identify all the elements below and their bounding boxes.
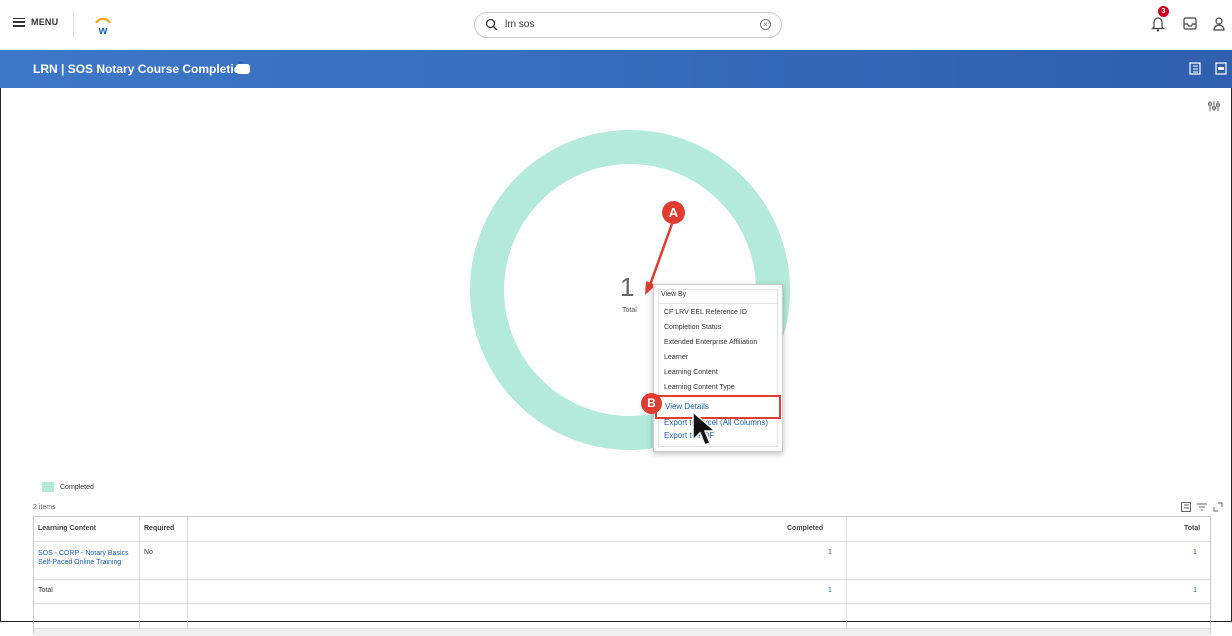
mouse-cursor-icon: [692, 410, 718, 446]
divider: [187, 517, 188, 628]
fullscreen-icon[interactable]: [1213, 502, 1223, 512]
user-icon[interactable]: [1213, 17, 1225, 31]
view-by-heading: View By: [661, 291, 687, 298]
menu-item-cf-lrv-eel-reference-id[interactable]: CF LRV EEL Reference ID: [664, 309, 747, 316]
divider: [139, 517, 140, 628]
divider: [73, 12, 74, 38]
learning-content-link[interactable]: SOS - CORP - Notary Basics Self-Paced On…: [38, 549, 134, 567]
menu-button[interactable]: MENU: [13, 17, 58, 27]
menu-item-completion-status[interactable]: Completion Status: [664, 324, 721, 331]
divider: [846, 517, 847, 628]
column-header-required[interactable]: Required: [144, 525, 174, 532]
export-excel-icon[interactable]: [1189, 62, 1201, 75]
annotation-badge-a: A: [662, 201, 685, 224]
related-actions-icon[interactable]: [236, 60, 250, 74]
export-excel-icon[interactable]: [1181, 502, 1191, 512]
clear-search-icon[interactable]: ×: [760, 19, 771, 30]
divider: [34, 579, 1210, 580]
chart-settings-icon[interactable]: [1208, 100, 1220, 112]
report-header: LRN | SOS Notary Course Completion: [0, 50, 1232, 88]
column-header-completed[interactable]: Completed: [787, 525, 823, 532]
top-bar: MENU w lrn sos × 3: [0, 0, 1232, 51]
column-header-learning-content[interactable]: Learning Content: [38, 525, 96, 532]
total-value[interactable]: 1: [1193, 549, 1197, 556]
divider: [34, 603, 1210, 604]
table-toolbar: [1181, 502, 1223, 512]
filter-icon[interactable]: [1197, 502, 1207, 512]
inbox-icon[interactable]: [1183, 17, 1197, 30]
menu-item-learning-content-type[interactable]: Learning Content Type: [664, 384, 735, 391]
column-header-total[interactable]: Total: [1184, 525, 1200, 532]
legend-swatch-completed: [42, 482, 54, 492]
chart-legend: Completed: [42, 482, 94, 492]
total-total-value[interactable]: 1: [1193, 587, 1197, 594]
workday-logo-icon[interactable]: w: [92, 14, 114, 36]
divider: [658, 303, 778, 304]
required-value: No: [144, 549, 153, 556]
menu-item-learner[interactable]: Learner: [664, 354, 688, 361]
menu-label: MENU: [31, 17, 59, 27]
item-count: 2 items: [33, 504, 56, 511]
menu-item-extended-enterprise-affiliation[interactable]: Extended Enterprise Affiliation: [664, 339, 757, 346]
export-pdf-icon[interactable]: [1215, 62, 1227, 75]
legend-label-completed: Completed: [60, 483, 94, 491]
annotation-badge-b: B: [641, 393, 662, 414]
horizontal-scrollbar[interactable]: [34, 628, 1210, 636]
svg-text:w: w: [98, 25, 108, 36]
total-row-label: Total: [38, 587, 53, 594]
notification-badge: 3: [1158, 6, 1169, 17]
chart-center-value[interactable]: 1: [620, 272, 634, 303]
menu-item-learning-content[interactable]: Learning Content: [664, 369, 718, 376]
search-bar[interactable]: lrn sos ×: [474, 12, 782, 38]
chart-center-label: Total: [622, 307, 637, 314]
divider: [34, 541, 1210, 542]
page-title: LRN | SOS Notary Course Completion: [33, 62, 249, 76]
search-icon: [485, 18, 498, 31]
search-input[interactable]: lrn sos: [505, 19, 534, 30]
completed-value[interactable]: 1: [828, 549, 832, 556]
total-completed-value[interactable]: 1: [828, 587, 832, 594]
data-table: Learning Content Required Completed Tota…: [33, 516, 1211, 636]
hamburger-icon: [13, 17, 25, 27]
